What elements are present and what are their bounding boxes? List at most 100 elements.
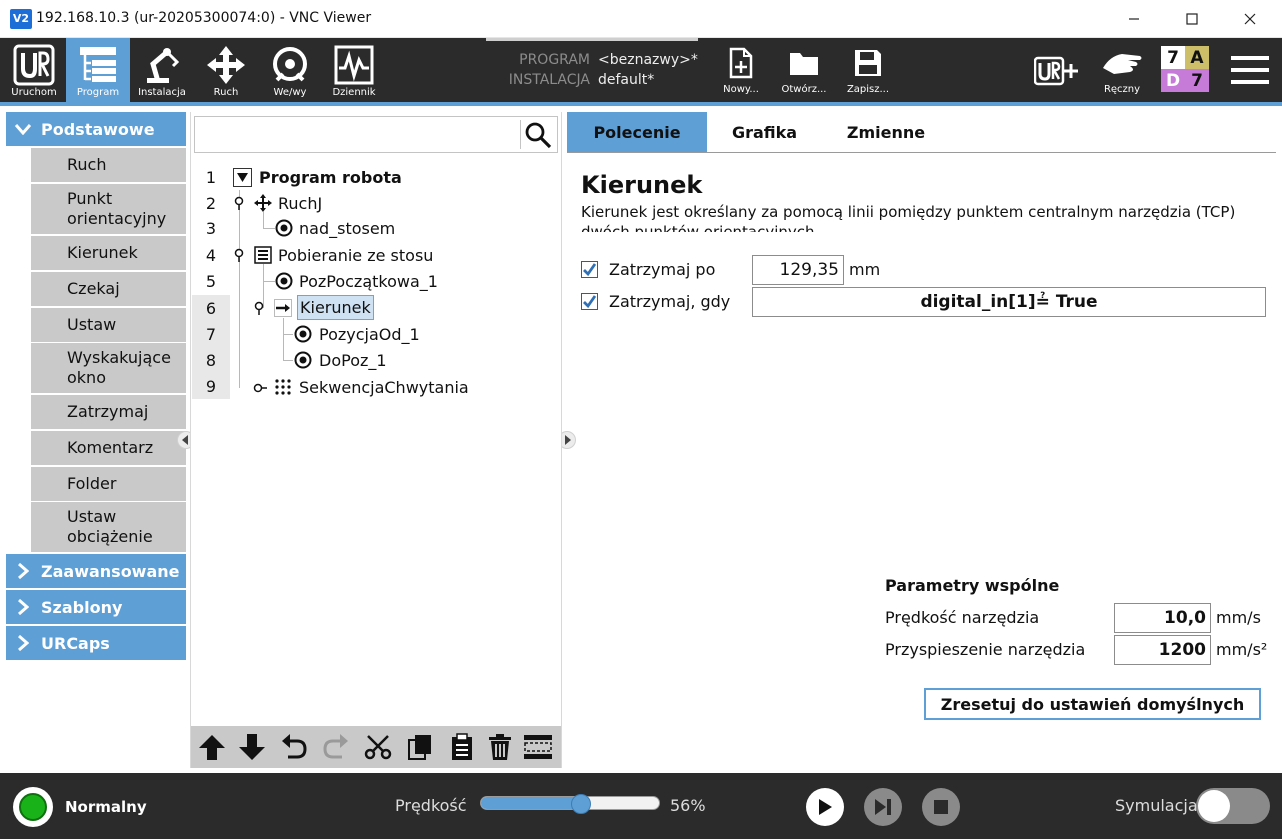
tab-command[interactable]: Polecenie (567, 112, 707, 152)
node-folder[interactable]: Folder (31, 467, 186, 501)
tool-accel-field[interactable]: 1200 (1114, 635, 1211, 665)
node-set[interactable]: Ustaw (31, 308, 186, 342)
node-waypoint[interactable]: Punkt orientacyjny (31, 184, 186, 234)
tab-program[interactable]: Program (66, 38, 130, 102)
tree-collapse-toggle[interactable] (233, 168, 252, 187)
stop-after-distance-field[interactable]: 129,35 (752, 255, 844, 285)
tab-installation[interactable]: Instalacja (130, 38, 194, 102)
category-urcaps[interactable]: URCaps (6, 626, 186, 660)
manual-mode-button[interactable]: Ręczny (1094, 48, 1150, 102)
category-templates-label: Szablony (41, 597, 123, 617)
delete-button[interactable] (481, 730, 519, 764)
tab-variables[interactable]: Zmienne (822, 112, 950, 152)
reset-defaults-button[interactable]: Zresetuj do ustawień domyślnych (924, 688, 1261, 720)
stop-button[interactable] (922, 788, 960, 826)
checkmark-icon (583, 295, 597, 309)
robot-state-indicator[interactable] (13, 787, 53, 827)
category-basic[interactable]: Podstawowe (6, 112, 186, 146)
tree-expander[interactable] (253, 300, 265, 315)
node-comment-label: Komentarz (67, 438, 154, 457)
node-comment[interactable]: Komentarz (31, 431, 186, 465)
node-set-payload[interactable]: Ustaw obciążenie (31, 502, 186, 552)
speed-safety-badge[interactable]: 7 A D 7 (1161, 46, 1209, 92)
tab-log[interactable]: Dziennik (322, 38, 386, 102)
tree-node-program-root[interactable]: Program robota (259, 164, 402, 190)
manual-mode-label: Ręczny (1103, 84, 1141, 95)
play-icon (819, 799, 832, 815)
tree-node-direction-selected[interactable]: Kierunek (297, 295, 374, 320)
minimize-button[interactable] (1105, 0, 1163, 38)
tree-search-input[interactable] (194, 116, 558, 153)
tree-node-pallet[interactable]: Pobieranie ze stosu (278, 242, 433, 268)
node-set-label: Ustaw (67, 315, 117, 334)
node-direction[interactable]: Kierunek (31, 236, 186, 270)
tab-move[interactable]: Ruch (194, 38, 258, 102)
badge-top-right: A (1185, 46, 1209, 69)
node-popup[interactable]: Wyskakujące okno (31, 343, 186, 393)
tree-node-waypoint[interactable]: PozycjaOd_1 (319, 321, 420, 347)
expander-pin-icon (234, 248, 244, 262)
paste-icon (452, 733, 472, 760)
robot-state-label: Normalny (65, 798, 147, 816)
maximize-button[interactable] (1163, 0, 1221, 38)
tree-expander[interactable] (233, 247, 245, 262)
step-button[interactable] (864, 788, 902, 826)
save-program-button[interactable]: Zapisz... (835, 38, 901, 102)
node-move-label: Ruch (67, 155, 107, 174)
redo-button[interactable] (317, 730, 355, 764)
speed-slider-fill (481, 797, 581, 809)
undo-button[interactable] (275, 730, 313, 764)
ur-logo-icon (11, 44, 57, 86)
tree-expander[interactable] (253, 379, 267, 393)
tab-io[interactable]: We/wy (258, 38, 322, 102)
new-file-icon (728, 46, 754, 80)
simulation-toggle-knob[interactable] (1198, 790, 1230, 822)
search-button[interactable] (524, 121, 554, 149)
open-program-button[interactable]: Otwórz... (771, 38, 837, 102)
hamburger-menu-button[interactable] (1230, 54, 1270, 88)
tree-connector (263, 228, 275, 229)
tree-connector (239, 190, 240, 388)
category-templates[interactable]: Szablony (6, 590, 186, 624)
tree-connector (263, 212, 264, 228)
tree-expander[interactable] (233, 195, 245, 210)
node-halt[interactable]: Zatrzymaj (31, 395, 186, 429)
tree-node-waypoint[interactable]: DoPoz_1 (319, 347, 387, 373)
tree-node-waypoint[interactable]: PozPoczątkowa_1 (299, 268, 438, 294)
grid-sequence-icon (274, 378, 292, 396)
maximize-icon (1186, 13, 1198, 25)
tool-speed-field[interactable]: 10,0 (1114, 603, 1211, 633)
paste-button[interactable] (443, 730, 481, 764)
node-wait[interactable]: Czekaj (31, 272, 186, 306)
play-button[interactable] (806, 788, 844, 826)
tree-node-movej[interactable]: RuchJ (278, 190, 322, 216)
tree-connector (283, 360, 293, 361)
node-move[interactable]: Ruch (31, 148, 186, 182)
stop-when-checkbox[interactable] (581, 293, 598, 310)
tree-node-waypoint[interactable]: nad_stosem (299, 215, 395, 241)
move-down-icon (239, 734, 265, 760)
chevron-down-icon (6, 123, 40, 135)
close-window-button[interactable] (1221, 0, 1279, 38)
tab-graphics[interactable]: Grafika (707, 112, 822, 152)
expander-pin-icon (254, 301, 264, 315)
speed-slider-thumb[interactable] (570, 794, 591, 814)
category-advanced[interactable]: Zaawansowane (6, 554, 186, 588)
category-advanced-label: Zaawansowane (41, 561, 180, 581)
move-up-button[interactable] (193, 730, 231, 764)
line-number: 2 (205, 193, 217, 213)
node-set-payload-label: Ustaw obciążenie (67, 507, 153, 546)
cut-button[interactable] (359, 730, 397, 764)
stop-after-checkbox[interactable] (581, 261, 598, 278)
suppress-button[interactable] (519, 730, 557, 764)
tab-run[interactable]: Uruchom (2, 38, 66, 102)
new-program-button[interactable]: Nowy... (708, 38, 774, 102)
stop-when-expression-field[interactable]: digital_in[1]≟ True (752, 287, 1266, 317)
line-number: 5 (205, 271, 217, 291)
urplus-button[interactable] (1033, 56, 1078, 86)
tree-node-grid-sequence[interactable]: SekwencjaChwytania (299, 374, 469, 400)
copy-button[interactable] (401, 730, 439, 764)
chevron-right-icon (6, 598, 40, 616)
hand-icon (1103, 54, 1142, 74)
move-down-button[interactable] (233, 730, 271, 764)
